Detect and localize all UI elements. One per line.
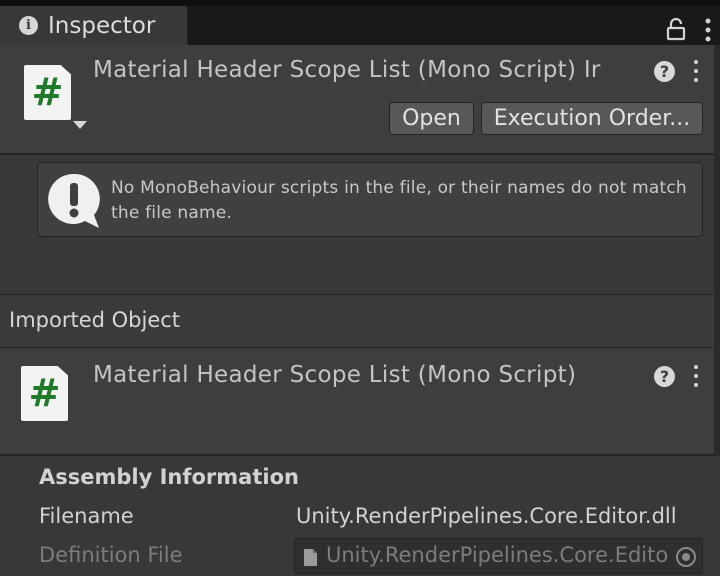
lock-icon[interactable] [666, 17, 686, 41]
imported-object-title: Material Header Scope List (Mono Script) [93, 362, 577, 388]
info-icon: i [19, 16, 38, 35]
object-picker-icon[interactable] [676, 547, 696, 567]
file-icon [304, 549, 317, 566]
script-hash-icon: # [24, 65, 71, 120]
filename-value: Unity.RenderPipelines.Core.Editor.dll [296, 504, 677, 528]
open-button[interactable]: Open [389, 102, 474, 135]
kebab-menu-icon[interactable] [693, 60, 699, 84]
helpbox-area: No MonoBehaviour scripts in the file, or… [0, 155, 720, 295]
imported-object-label: Imported Object [9, 308, 181, 332]
assembly-information-title: Assembly Information [39, 465, 299, 489]
icon-dropdown-arrow-icon[interactable] [73, 121, 87, 129]
scrollbar-edge [714, 45, 720, 456]
script-hash-icon: # [21, 366, 68, 421]
tab-menu-icon[interactable] [701, 17, 715, 43]
execution-order-button[interactable]: Execution Order... [481, 102, 703, 135]
assembly-information-section: Assembly Information Filename Unity.Rend… [0, 456, 720, 576]
imported-object-row: Imported Object [0, 295, 720, 348]
helpbox-message: No MonoBehaviour scripts in the file, or… [111, 178, 687, 223]
header-title: Material Header Scope List (Mono Script)… [93, 57, 601, 83]
definition-file-label: Definition File [39, 543, 183, 567]
help-icon[interactable]: ? [654, 366, 675, 387]
kebab-menu-icon[interactable] [693, 365, 699, 389]
tab-title: Inspector [48, 13, 156, 39]
imported-object-header: # Material Header Scope List (Mono Scrip… [0, 348, 720, 456]
tab-inspector[interactable]: i Inspector [0, 6, 188, 45]
help-icon[interactable]: ? [654, 61, 675, 82]
definition-file-value: Unity.RenderPipelines.Core.Editor [326, 543, 670, 567]
definition-file-field[interactable]: Unity.RenderPipelines.Core.Editor [294, 538, 703, 574]
inspector-tabbar: i Inspector [0, 0, 720, 45]
filename-label: Filename [39, 504, 134, 528]
script-inspector-header: # Material Header Scope List (Mono Scrip… [0, 45, 720, 155]
warning-helpbox: No MonoBehaviour scripts in the file, or… [37, 162, 703, 237]
warning-icon [48, 173, 100, 228]
